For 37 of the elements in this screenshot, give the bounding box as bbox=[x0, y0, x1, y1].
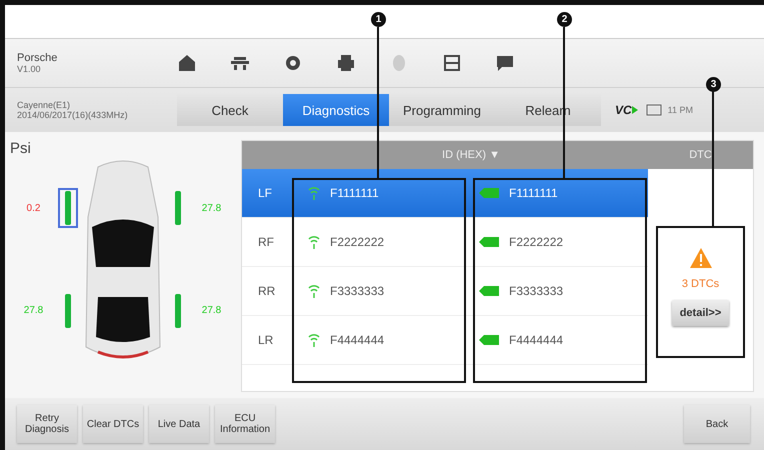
tool-id: F2222222 bbox=[509, 235, 564, 249]
sensor-row[interactable]: RF F2222222 F2222222 bbox=[242, 218, 648, 267]
clock-time: 11 PM bbox=[668, 105, 694, 115]
action-button[interactable]: Live Data bbox=[149, 405, 209, 443]
tire-pressure: 27.8 bbox=[22, 305, 44, 316]
vci-label: VC bbox=[615, 103, 632, 117]
tool-id: F4444444 bbox=[509, 333, 564, 347]
tab[interactable]: Diagnostics bbox=[283, 94, 389, 126]
position-cell-text: LF bbox=[257, 186, 274, 200]
sensor-id: F2222222 bbox=[330, 235, 384, 249]
dtc-count: 3 DTCs bbox=[682, 278, 720, 290]
sensor-row[interactable]: RR F3333333 F3333333 bbox=[242, 267, 648, 316]
sensor-row[interactable]: LR F4444444 F4444444 bbox=[242, 316, 648, 365]
sensor-row[interactable]: LF F1111111 F1111111 bbox=[242, 169, 648, 218]
position-cell-text: RR bbox=[257, 284, 276, 298]
vehicle-model: Cayenne(E1) bbox=[17, 100, 72, 110]
tire-pressure: 27.8 bbox=[200, 305, 222, 316]
action-button[interactable]: Retry Diagnosis bbox=[17, 405, 77, 443]
vehicle-make: Porsche bbox=[17, 52, 58, 64]
tool-id: F1111111 bbox=[509, 186, 558, 200]
vehicle-version: V1.00 bbox=[17, 64, 42, 74]
position-cell-text: RF bbox=[257, 235, 275, 249]
detail-button[interactable]: detail>> bbox=[672, 300, 730, 326]
sensor-id: F3333333 bbox=[330, 284, 384, 298]
sensor-id: F1111111 bbox=[330, 186, 379, 200]
callout-number: 1 bbox=[371, 12, 386, 27]
unit-label: Psi bbox=[10, 140, 31, 157]
tire-pressure: 0.2 bbox=[26, 202, 42, 214]
tool-id: F3333333 bbox=[509, 284, 564, 298]
action-button[interactable]: Clear DTCs bbox=[83, 405, 143, 443]
back-button[interactable]: Back bbox=[684, 405, 750, 443]
position-cell-text: LR bbox=[257, 333, 274, 347]
callout-number: 2 bbox=[557, 12, 572, 27]
sensor-id: F4444444 bbox=[330, 333, 384, 347]
vehicle-info: 2014/06/2017(16)(433MHz) bbox=[17, 110, 129, 120]
action-button[interactable]: ECU Information bbox=[215, 405, 275, 443]
tire-pressure: 27.8 bbox=[200, 202, 222, 214]
